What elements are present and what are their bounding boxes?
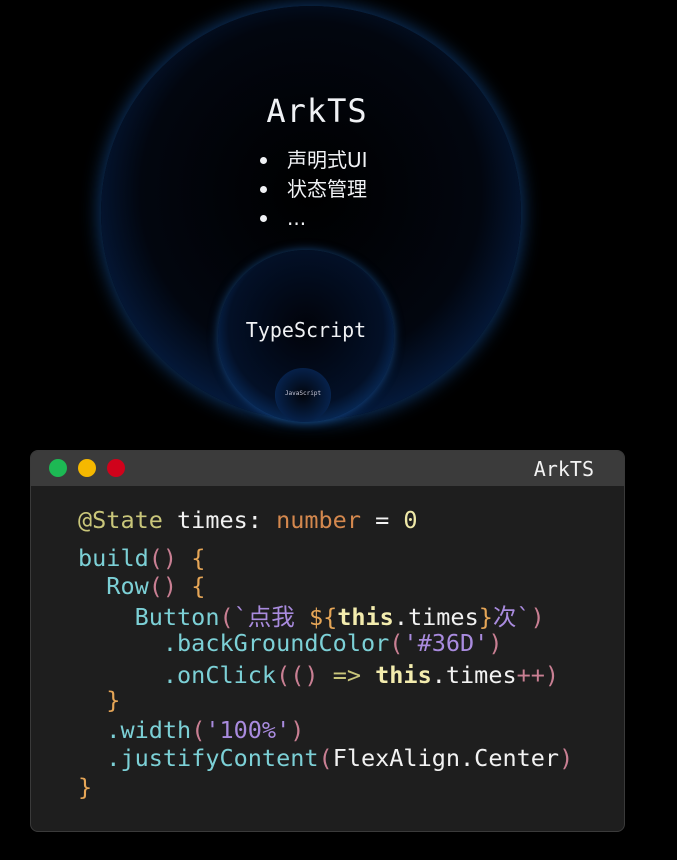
code-window: ArkTS @State times: number = 0 build() { … [30, 450, 625, 832]
window-titlebar: ArkTS [31, 451, 624, 486]
code-token: ( [389, 629, 404, 657]
code-token: => [332, 661, 361, 689]
yellow-light-button[interactable] [78, 459, 96, 477]
code-token: Row [106, 572, 149, 600]
code-token: '100%' [205, 716, 291, 744]
code-token: () [148, 572, 178, 600]
typescript-title: TypeScript [245, 318, 367, 342]
code-token: '#36D' [403, 629, 489, 657]
code-token: ) [559, 744, 574, 772]
code-token: this [375, 661, 432, 689]
bullet-icon [260, 157, 267, 164]
feature-label: 状态管理 [287, 177, 367, 201]
code-token: () [148, 544, 178, 572]
bullet-icon [260, 186, 267, 193]
code-token: this [337, 603, 394, 631]
code-token: } [478, 603, 493, 631]
code-token: } [78, 773, 93, 801]
code-token: .width [106, 716, 192, 744]
code-token: .onClick [162, 661, 277, 689]
code-token: number [276, 506, 361, 534]
code-token: .justifyContent [106, 744, 319, 772]
code-token: .times [431, 661, 517, 689]
code-token: { [191, 572, 206, 600]
feature-list: 声明式UI 状态管理 ... [260, 146, 368, 233]
code-token: ++) [516, 661, 560, 689]
javascript-title: JavaScript [284, 390, 322, 397]
code-token: { [191, 544, 206, 572]
feature-item: 声明式UI [260, 146, 368, 175]
code-token: ${ [308, 603, 338, 631]
code-token: .times [393, 603, 479, 631]
code-token: ) [290, 716, 305, 744]
code-token: Button [134, 603, 220, 631]
code-token: ( [191, 716, 206, 744]
window-title: ArkTS [533, 457, 594, 481]
code-token: 次` [492, 603, 531, 631]
feature-item: 状态管理 [260, 175, 368, 204]
code-token: (() [276, 661, 319, 689]
code-token: 0 [403, 506, 418, 534]
code-token: build [78, 544, 149, 572]
code-token: @State [78, 506, 163, 534]
code-token: FlexAlign.Center [332, 744, 560, 772]
feature-item: ... [260, 204, 368, 233]
code-token: ( [318, 744, 333, 772]
code-token: ) [530, 603, 545, 631]
arkts-title: ArkTS [266, 92, 368, 130]
code-token: `点我 [233, 603, 309, 631]
code-token: = [360, 506, 404, 534]
code-token: ) [488, 629, 503, 657]
code-token: ( [219, 603, 234, 631]
feature-label: ... [287, 206, 307, 230]
feature-label: 声明式UI [287, 148, 368, 172]
code-token: } [106, 686, 121, 714]
bullet-icon [260, 215, 267, 222]
code-token: .backGroundColor [162, 629, 390, 657]
red-light-button[interactable] [107, 459, 125, 477]
code-token: times: [162, 506, 277, 534]
green-light-button[interactable] [49, 459, 67, 477]
